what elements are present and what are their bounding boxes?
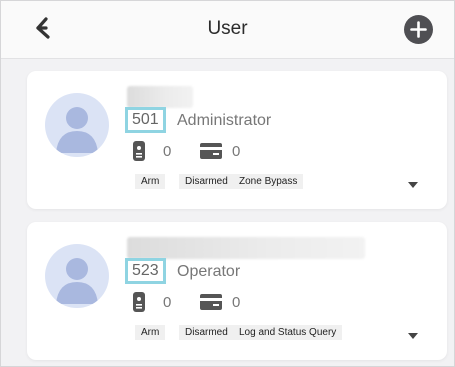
user-card[interactable]: 523 Operator 0 0 Arm Disarmed Log and St… [27,222,447,360]
avatar [45,244,109,308]
page-title: User [207,18,248,39]
user-name-redacted [127,237,365,259]
card-count: 0 [232,143,241,160]
person-icon [56,258,98,304]
keyfob-count: 0 [163,294,172,311]
permission-tag: Arm [135,325,166,340]
person-icon [56,107,98,153]
permission-tag: Zone Bypass [233,174,304,189]
access-card-icon [200,143,222,159]
user-role: Administrator [177,112,272,129]
card-count: 0 [232,294,241,311]
permission-tag: Disarmed [179,325,234,340]
app-frame: User 501 Administrator 0 0 Arm Disarmed … [0,0,455,367]
user-id: 523 [125,258,166,284]
keyfob-count: 0 [163,143,172,160]
header-bar: User [1,1,454,59]
permission-tag: Log and Status Query [233,325,343,340]
access-card-icon [200,294,222,310]
user-name-redacted [127,86,193,108]
chevron-down-icon[interactable] [407,332,419,340]
user-id: 501 [125,107,166,133]
user-card[interactable]: 501 Administrator 0 0 Arm Disarmed Zone … [27,71,447,209]
plus-icon [410,21,427,38]
chevron-down-icon[interactable] [407,181,419,189]
add-user-button[interactable] [404,15,433,44]
avatar [45,93,109,157]
user-role: Operator [177,263,241,280]
keyfob-icon [133,141,145,161]
keyfob-icon [133,292,145,312]
permission-tag: Arm [135,174,166,189]
permission-tag: Disarmed [179,174,234,189]
